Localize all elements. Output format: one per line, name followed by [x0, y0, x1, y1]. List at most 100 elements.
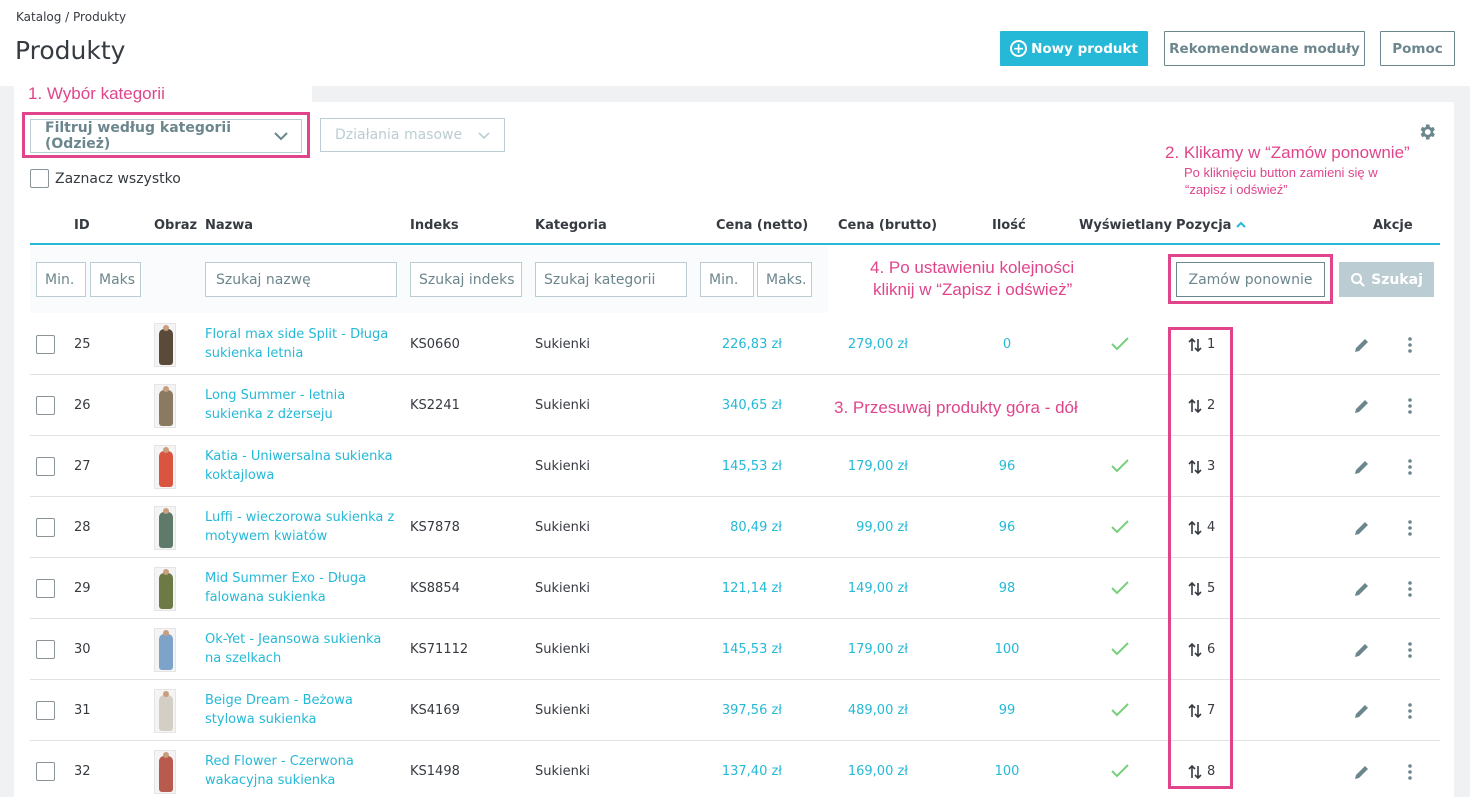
gear-icon[interactable]: [1417, 122, 1437, 142]
active-check-icon[interactable]: [1110, 458, 1130, 474]
help-button[interactable]: Pomoc: [1380, 31, 1455, 66]
annotation-step-4-line-2: kliknij w “Zapisz i odśwież”: [873, 280, 1073, 299]
row-checkbox[interactable]: [36, 334, 55, 354]
edit-product-button[interactable]: [1353, 397, 1371, 419]
sort-ascending-icon[interactable]: [1235, 220, 1247, 230]
row-checkbox[interactable]: [36, 761, 55, 781]
product-price-net[interactable]: 340,65 zł: [700, 398, 782, 413]
product-price-gross[interactable]: 179,00 zł: [820, 459, 908, 474]
column-header-position[interactable]: Pozycja: [1176, 218, 1231, 233]
product-quantity[interactable]: 100: [977, 764, 1037, 779]
product-quantity[interactable]: 98: [977, 581, 1037, 596]
product-quantity[interactable]: 96: [977, 520, 1037, 535]
column-header-quantity[interactable]: Ilość: [992, 218, 1026, 233]
row-checkbox[interactable]: [36, 578, 55, 598]
reorder-button[interactable]: Zamów ponownie: [1176, 262, 1325, 297]
product-thumbnail[interactable]: [154, 627, 176, 672]
product-name-link[interactable]: Beige Dream - Beżowa stylowa sukienka: [205, 691, 400, 729]
product-price-gross[interactable]: 179,00 zł: [820, 642, 908, 657]
product-name-link[interactable]: Floral max side Split - Długa sukienka l…: [205, 325, 400, 363]
product-price-net[interactable]: 80,49 zł: [700, 520, 782, 535]
product-price-net[interactable]: 121,14 zł: [700, 581, 782, 596]
product-thumbnail[interactable]: [154, 322, 176, 367]
more-actions-button[interactable]: [1405, 641, 1415, 663]
product-name-link[interactable]: Katia - Uniwersalna sukienka koktajlowa: [205, 447, 400, 485]
column-header-active[interactable]: Wyświetlany: [1079, 218, 1172, 233]
active-check-icon[interactable]: [1110, 641, 1130, 657]
active-check-icon[interactable]: [1110, 580, 1130, 596]
product-name-link[interactable]: Luffi - wieczorowa sukienka z motywem kw…: [205, 508, 400, 546]
product-price-gross[interactable]: 169,00 zł: [820, 764, 908, 779]
row-checkbox[interactable]: [36, 456, 55, 476]
product-price-net[interactable]: 145,53 zł: [700, 642, 782, 657]
product-price-gross[interactable]: 489,00 zł: [820, 703, 908, 718]
edit-product-button[interactable]: [1353, 641, 1371, 663]
product-reference: KS2241: [410, 397, 460, 413]
column-header-category[interactable]: Kategoria: [535, 218, 607, 233]
id-max-input[interactable]: Maks: [90, 262, 141, 297]
product-quantity[interactable]: 100: [977, 642, 1037, 657]
row-checkbox[interactable]: [36, 395, 55, 415]
column-header-name[interactable]: Nazwa: [205, 218, 253, 233]
select-all-label[interactable]: Zaznacz wszystko: [55, 171, 181, 187]
active-check-icon[interactable]: [1110, 763, 1130, 779]
more-actions-button[interactable]: [1405, 519, 1415, 541]
row-checkbox[interactable]: [36, 517, 55, 537]
product-thumbnail[interactable]: [154, 383, 176, 428]
product-thumbnail[interactable]: [154, 566, 176, 611]
product-name-link[interactable]: Ok-Yet - Jeansowa sukienka na szelkach: [205, 630, 400, 668]
row-checkbox[interactable]: [36, 639, 55, 659]
edit-product-button[interactable]: [1353, 702, 1371, 724]
column-header-price-gross[interactable]: Cena (brutto): [838, 218, 937, 233]
edit-product-button[interactable]: [1353, 458, 1371, 480]
product-name-link[interactable]: Long Summer - letnia sukienka z dżerseju: [205, 386, 400, 424]
bulk-actions-dropdown[interactable]: Działania masowe: [320, 118, 505, 152]
more-actions-button[interactable]: [1405, 580, 1415, 602]
product-price-net[interactable]: 137,40 zł: [700, 764, 782, 779]
more-actions-button[interactable]: [1405, 458, 1415, 480]
search-button[interactable]: Szukaj: [1339, 262, 1434, 297]
name-search-input[interactable]: Szukaj nazwę: [205, 262, 397, 297]
product-quantity[interactable]: 99: [977, 703, 1037, 718]
reference-search-input[interactable]: Szukaj indeks: [410, 262, 522, 297]
price-min-input[interactable]: Min.: [700, 262, 754, 297]
active-check-icon[interactable]: [1110, 702, 1130, 718]
product-thumbnail[interactable]: [154, 688, 176, 733]
product-price-net[interactable]: 397,56 zł: [700, 703, 782, 718]
select-all-checkbox[interactable]: [30, 169, 49, 188]
id-min-input[interactable]: Min.: [36, 262, 86, 297]
product-thumbnail[interactable]: [154, 749, 176, 794]
recommended-modules-button[interactable]: Rekomendowane moduły: [1164, 31, 1365, 66]
new-product-button[interactable]: + Nowy produkt: [1000, 31, 1148, 66]
active-check-icon[interactable]: [1110, 519, 1130, 535]
more-actions-button[interactable]: [1405, 397, 1415, 419]
product-price-net[interactable]: 145,53 zł: [700, 459, 782, 474]
product-price-gross[interactable]: 99,00 zł: [820, 520, 908, 535]
product-thumbnail[interactable]: [154, 444, 176, 489]
category-filter-label: Filtruj według kategorii (Odzież): [45, 120, 231, 152]
product-name-link[interactable]: Mid Summer Exo - Długa falowana sukienka: [205, 569, 400, 607]
more-actions-button[interactable]: [1405, 702, 1415, 724]
product-price-net[interactable]: 226,83 zł: [700, 337, 782, 352]
row-checkbox[interactable]: [36, 700, 55, 720]
product-name-link[interactable]: Red Flower - Czerwona wakacyjna sukienka: [205, 752, 400, 790]
product-quantity[interactable]: 0: [977, 337, 1037, 352]
product-price-gross[interactable]: 149,00 zł: [820, 581, 908, 596]
column-header-id[interactable]: ID: [74, 218, 90, 233]
edit-product-button[interactable]: [1353, 763, 1371, 785]
column-header-price-net[interactable]: Cena (netto): [716, 218, 808, 233]
column-header-reference[interactable]: Indeks: [410, 218, 459, 233]
edit-product-button[interactable]: [1353, 580, 1371, 602]
more-actions-button[interactable]: [1405, 336, 1415, 358]
more-actions-button[interactable]: [1405, 763, 1415, 785]
edit-product-button[interactable]: [1353, 519, 1371, 541]
price-max-input[interactable]: Maks.: [757, 262, 812, 297]
product-quantity[interactable]: 96: [977, 459, 1037, 474]
product-price-gross[interactable]: 279,00 zł: [820, 337, 908, 352]
category-filter-dropdown[interactable]: Filtruj według kategorii (Odzież): [30, 119, 302, 153]
active-check-icon[interactable]: [1110, 336, 1130, 352]
edit-product-button[interactable]: [1353, 336, 1371, 358]
category-search-input[interactable]: Szukaj kategorii: [535, 262, 687, 297]
product-thumbnail[interactable]: [154, 505, 176, 550]
breadcrumb[interactable]: Katalog / Produkty: [16, 10, 126, 24]
